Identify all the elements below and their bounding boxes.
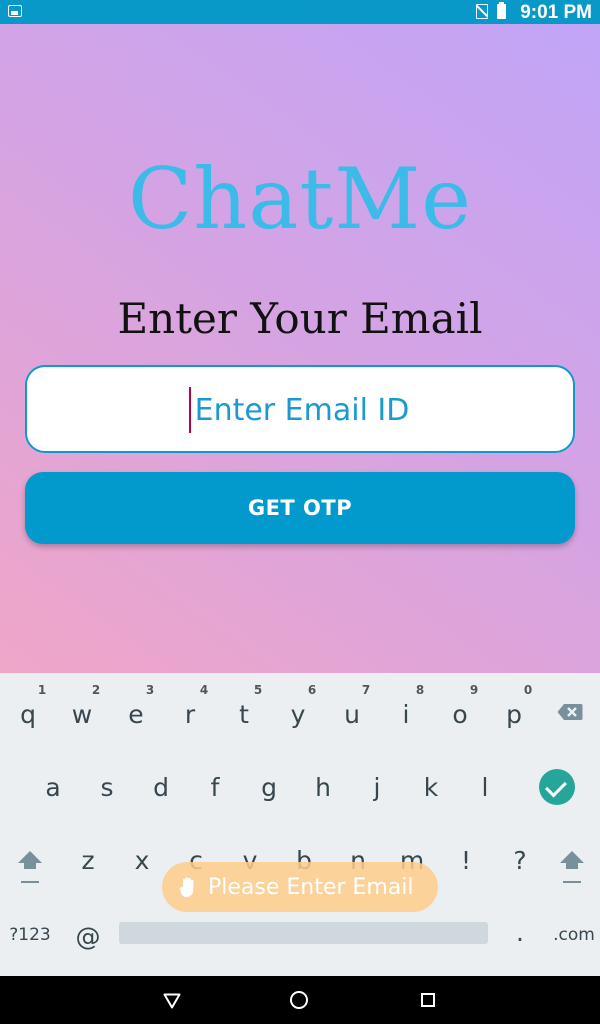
key-hint: 5 xyxy=(253,683,263,697)
key-d[interactable]: d xyxy=(134,773,188,802)
back-icon[interactable] xyxy=(163,993,181,1009)
key-hint: 9 xyxy=(469,683,479,697)
symbols-key[interactable]: ?123 xyxy=(3,925,57,945)
key-y[interactable]: y xyxy=(271,700,325,729)
no-sim-icon xyxy=(476,4,488,19)
key-t[interactable]: t xyxy=(217,700,271,729)
key-at[interactable]: @ xyxy=(61,922,115,951)
toast: Please Enter Email xyxy=(162,862,438,912)
key-e[interactable]: e xyxy=(109,700,163,729)
key-u[interactable]: u xyxy=(325,700,379,729)
key-p[interactable]: p xyxy=(487,700,541,729)
email-heading: Enter Your Email xyxy=(117,294,483,343)
key-i[interactable]: i xyxy=(379,700,433,729)
recents-icon[interactable] xyxy=(421,993,435,1007)
app-title: ChatMe xyxy=(128,150,472,248)
shift-icon-right[interactable] xyxy=(558,851,586,891)
status-time: 9:01 PM xyxy=(520,2,592,23)
key-hint: 1 xyxy=(37,683,47,697)
key-k[interactable]: k xyxy=(404,773,458,802)
key-s[interactable]: s xyxy=(80,773,134,802)
key-exclamation[interactable]: ! xyxy=(439,846,493,875)
battery-icon xyxy=(497,2,506,19)
backspace-icon[interactable] xyxy=(557,703,583,721)
key-hint: 3 xyxy=(145,683,155,697)
image-icon xyxy=(8,5,22,17)
status-bar: 9:01 PM xyxy=(0,0,600,24)
key-hint: 2 xyxy=(91,683,101,697)
key-hint: 4 xyxy=(199,683,209,697)
login-screen: ChatMe Enter Your Email GET OTP xyxy=(0,24,600,673)
key-hint: 8 xyxy=(415,683,425,697)
key-a[interactable]: a xyxy=(26,773,80,802)
toast-message: Please Enter Email xyxy=(208,875,414,900)
key-o[interactable]: o xyxy=(433,700,487,729)
get-otp-button[interactable]: GET OTP xyxy=(25,472,575,544)
shift-icon[interactable] xyxy=(16,851,44,891)
key-j[interactable]: j xyxy=(350,773,404,802)
key-hint: 7 xyxy=(361,683,371,697)
key-f[interactable]: f xyxy=(188,773,242,802)
key-r[interactable]: r xyxy=(163,700,217,729)
key-hint: 6 xyxy=(307,683,317,697)
dotcom-key[interactable]: .com xyxy=(547,925,600,945)
email-input[interactable] xyxy=(27,367,577,453)
key-g[interactable]: g xyxy=(242,773,296,802)
key-hint: 0 xyxy=(523,683,533,697)
key-x[interactable]: x xyxy=(115,846,169,875)
text-cursor xyxy=(189,387,191,433)
key-z[interactable]: z xyxy=(61,846,115,875)
key-w[interactable]: w xyxy=(55,700,109,729)
email-field-container xyxy=(25,365,577,453)
key-q[interactable]: q xyxy=(1,700,55,729)
done-icon[interactable] xyxy=(539,769,575,805)
home-icon[interactable] xyxy=(290,991,308,1009)
hand-icon xyxy=(179,877,194,897)
key-l[interactable]: l xyxy=(458,773,512,802)
space-bar[interactable] xyxy=(119,922,488,944)
key-h[interactable]: h xyxy=(296,773,350,802)
key-period[interactable]: . xyxy=(493,918,547,947)
key-question[interactable]: ? xyxy=(493,846,547,875)
